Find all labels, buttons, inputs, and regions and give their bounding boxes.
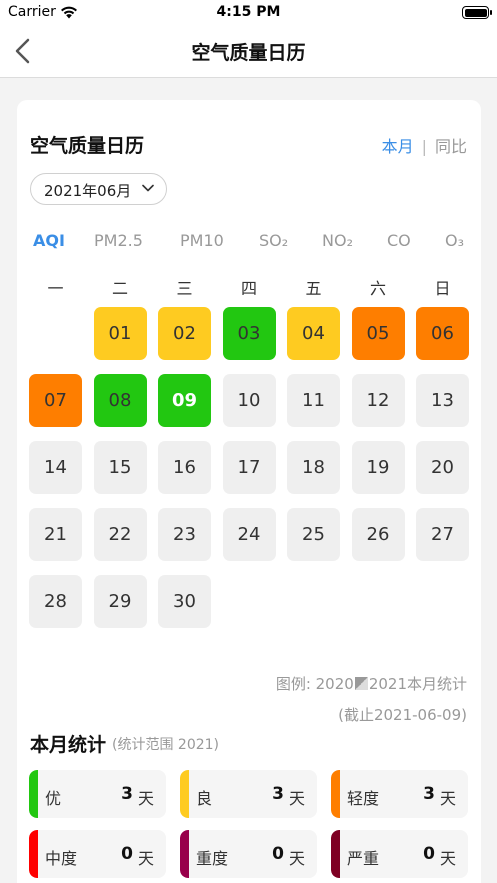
tab-2[interactable]: PM10 [180,231,224,250]
stat-unit: 天 [137,789,154,808]
stat-value: 0 [121,844,133,864]
weekday-label: 一 [47,279,64,298]
battery-icon [462,6,492,19]
calendar-day[interactable]: 23 [158,508,211,561]
stat-card: 优 3天 [29,770,166,818]
status-bar: Carrier 4:15 PM [0,0,497,24]
weekday-label: 日 [434,279,451,298]
stat-label: 重度 [196,849,229,868]
stat-card: 良 3天 [180,770,317,818]
period-toggle: 本月 | 同比 [382,133,467,157]
calendar-day[interactable]: 13 [416,374,469,427]
toggle-separator: | [421,137,427,156]
legend-swatch-icon [354,677,368,690]
calendar-day[interactable]: 28 [29,575,82,628]
calendar-day[interactable]: 05 [351,307,405,360]
stat-value: 3 [272,784,284,804]
stat-unit: 天 [288,849,305,868]
weekday-label: 三 [176,279,193,298]
calendar-day[interactable]: 26 [351,508,405,561]
calendar-day[interactable]: 24 [222,508,276,561]
calendar-day[interactable]: 01 [93,307,147,360]
stat-card: 中度 0 天 [29,830,166,878]
page-title: 空气质量日历 [191,42,306,64]
calendar-day[interactable]: 12 [351,374,405,427]
calendar-day[interactable]: 19 [351,441,405,494]
stat-color-bar [331,770,340,818]
calendar-day[interactable]: 08 [93,374,147,427]
tab-3[interactable]: SO₂ [259,231,288,250]
current-month-toggle[interactable]: 本月 [382,137,414,156]
stats-range: (统计范围 2021) [112,737,220,753]
calendar-grid: 01 02 03 04 05 06 07 08 09 10 11 12 13 14 15 16 17 18 19 20… [29,307,469,637]
calendar-day[interactable]: 17 [222,441,276,494]
legend: 图例: 2020 2021本月统计 [276,673,467,694]
stat-card: 轻度 3 天 [331,770,468,818]
year-over-year-toggle[interactable]: 同比 [435,137,467,156]
stat-color-bar [180,830,189,878]
cutoff-date: (截止2021-06-09) [338,706,467,724]
stat-color-bar [331,830,340,878]
month-selector-value: 2021年06月 [44,182,132,200]
legend-suffix: 2021本月统计 [368,675,467,693]
stat-card: 严重 0 天 [331,830,468,878]
stat-label: 中度 [45,849,78,868]
weekday-label: 四 [240,279,257,298]
stat-card: 重度 0 天 [180,830,317,878]
calendar-day[interactable]: 16 [158,441,211,494]
stat-unit: 天 [137,849,154,868]
stat-label: 优 [45,789,62,808]
tab-0[interactable]: AQI [33,231,65,250]
chevron-down-icon [142,184,154,192]
stat-value: 0 [423,844,435,864]
stat-label: 良 [196,789,213,808]
tab-4[interactable]: NO₂ [322,231,353,250]
tab-6[interactable]: O₃ [445,231,464,250]
month-selector[interactable]: 2021年06月 [30,173,167,205]
weekday-label: 六 [369,279,386,298]
calendar-day[interactable]: 18 [287,441,340,494]
calendar-day[interactable]: 04 [287,307,340,360]
calendar-day[interactable]: 06 [416,307,469,360]
stats-title: 本月统计 [30,734,107,756]
calendar-day[interactable]: 27 [416,508,469,561]
card-title: 空气质量日历 [30,135,145,157]
pollutant-tabs: AQI PM2.5 PM10 SO₂ NO₂ CO O₃ [17,231,481,253]
weekday-label: 二 [111,279,128,298]
calendar-day[interactable]: 14 [29,441,82,494]
weekday-header: 一二三四五六日 [29,275,469,298]
navigation-bar: 空气质量日历 [0,24,497,78]
stat-color-bar [29,830,38,878]
stat-color-bar [29,770,38,818]
calendar-day[interactable]: 09 [158,374,211,427]
calendar-day[interactable]: 03 [222,307,276,360]
calendar-day[interactable]: 30 [158,575,211,628]
air-quality-calendar-card: 空气质量日历 本月 | 同比 2021年06月 AQI PM2.5 PM10 SO₂ NO₂… [17,100,481,883]
clock: 4:15 PM [216,4,281,20]
calendar-day[interactable]: 10 [222,374,276,427]
stat-value: 0 [272,844,284,864]
calendar-day[interactable]: 15 [93,441,147,494]
calendar-day[interactable]: 25 [287,508,340,561]
stat-unit: 天 [439,849,456,868]
calendar-day[interactable]: 20 [416,441,469,494]
legend-prefix: 图例: 2020 [275,675,354,693]
stat-label: 轻度 [347,789,380,808]
weekday-label: 五 [305,279,322,298]
stat-unit: 天 [439,789,456,808]
calendar-day[interactable]: 02 [158,307,211,360]
stat-value: 3 [423,784,435,804]
stat-label: 严重 [347,849,380,868]
calendar-day[interactable]: 07 [29,374,82,427]
stat-value: 3 [121,784,133,804]
tab-1[interactable]: PM2.5 [94,231,143,250]
calendar-day[interactable]: 29 [93,575,147,628]
calendar-day[interactable]: 22 [93,508,147,561]
tab-5[interactable]: CO [387,231,411,250]
calendar-day[interactable]: 21 [29,508,82,561]
stat-color-bar [180,770,189,818]
calendar-day[interactable]: 11 [287,374,340,427]
stat-unit: 天 [288,789,305,808]
